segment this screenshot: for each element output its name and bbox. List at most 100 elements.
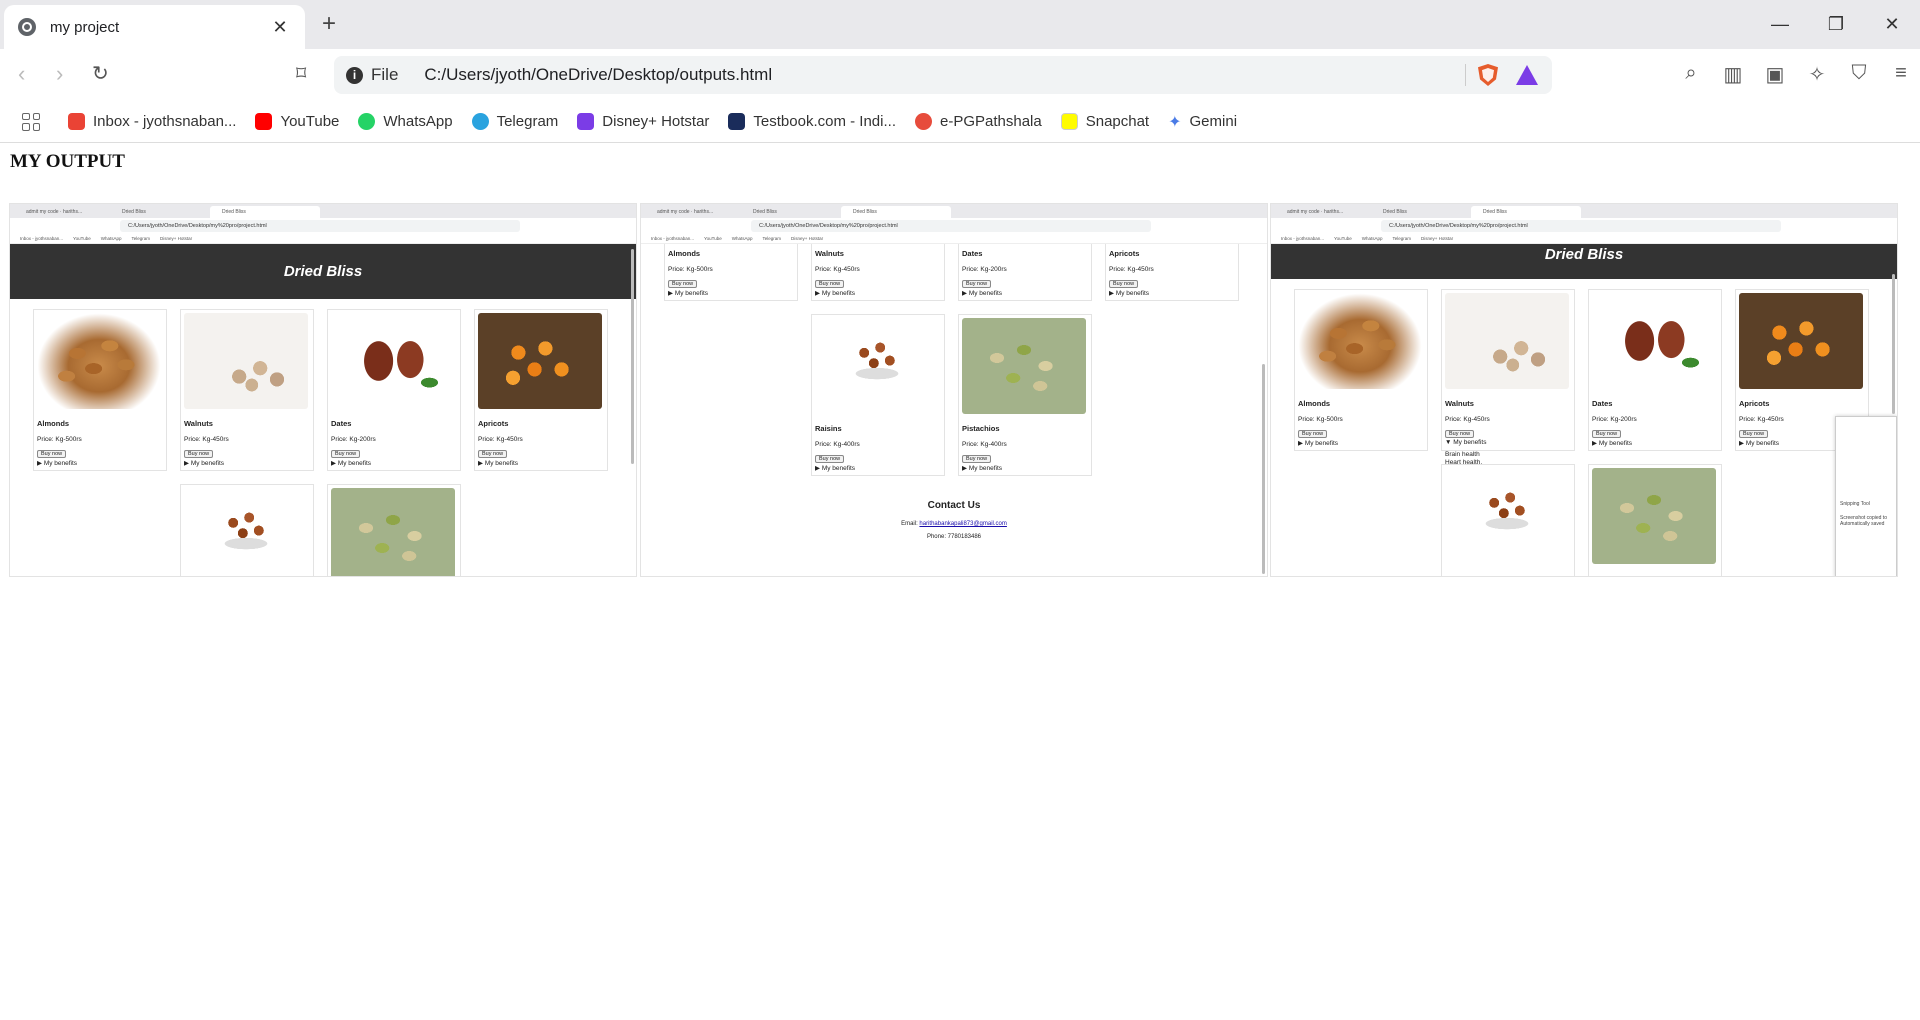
product-card bbox=[327, 484, 461, 576]
snipping-tool-toast[interactable]: Snipping Tool Screenshot copied to Autom… bbox=[1835, 416, 1897, 576]
scrollbar[interactable] bbox=[1892, 274, 1895, 414]
active-tab[interactable]: my project ✕ bbox=[4, 5, 305, 49]
product-card: Almonds Price: Kg-500rs Buy now ▶ My ben… bbox=[33, 309, 167, 471]
site-header: Dried Bliss bbox=[10, 244, 636, 299]
mini-tab: admit my code · hariths... bbox=[1287, 209, 1344, 215]
hotstar-icon bbox=[577, 113, 595, 130]
buy-now-button[interactable]: Buy now bbox=[962, 455, 992, 463]
bookmarks-bar: Inbox - jyothsnaban... YouTube WhatsApp … bbox=[0, 101, 1920, 143]
benefits-toggle[interactable]: ▶ My benefits bbox=[962, 464, 1088, 472]
raisins-image bbox=[815, 318, 939, 414]
mini-tab: Dried Bliss bbox=[1383, 209, 1407, 215]
bookmark-item[interactable]: Testbook.com - Indi... bbox=[728, 113, 896, 130]
apricots-image bbox=[478, 313, 602, 409]
address-bar[interactable]: i File C:/Users/jyoth/OneDrive/Desktop/o… bbox=[334, 56, 1552, 94]
close-tab-icon[interactable]: ✕ bbox=[269, 17, 291, 38]
buy-now-button[interactable]: Buy now bbox=[815, 280, 845, 288]
mini-toolbar: C:/Users/jyoth/OneDrive/Desktop/my%20pro… bbox=[641, 218, 1267, 234]
url-text[interactable]: C:/Users/jyoth/OneDrive/Desktop/outputs.… bbox=[424, 65, 1465, 85]
product-price: Price: Kg-500rs bbox=[37, 436, 82, 443]
benefits-toggle[interactable]: ▶ My benefits bbox=[331, 459, 457, 467]
menu-icon[interactable]: ≡ bbox=[1890, 62, 1912, 87]
reload-icon[interactable]: ↻ bbox=[92, 61, 109, 86]
site-view: Dried Bliss Almonds Price: Kg-500rs Buy … bbox=[10, 244, 636, 576]
buy-now-button[interactable]: Buy now bbox=[668, 280, 698, 288]
product-name: Walnuts bbox=[184, 419, 213, 428]
wallet-icon[interactable]: ▣ bbox=[1764, 62, 1786, 87]
bookmark-item[interactable]: Disney+ Hotstar bbox=[577, 113, 709, 130]
close-window-icon[interactable]: ✕ bbox=[1864, 0, 1920, 49]
benefits-toggle[interactable]: ▶ My benefits bbox=[1592, 439, 1718, 447]
almonds-image bbox=[37, 313, 161, 409]
email-link[interactable]: harithabankapali873@gmail.com bbox=[919, 521, 1006, 527]
buy-now-button[interactable]: Buy now bbox=[962, 280, 992, 288]
buy-now-button[interactable]: Buy now bbox=[184, 450, 214, 458]
benefits-toggle[interactable]: ▶ My benefits bbox=[815, 289, 941, 297]
brave-rewards-icon[interactable] bbox=[1516, 65, 1538, 85]
mini-tab: Dried Bliss bbox=[1471, 206, 1581, 218]
benefits-toggle[interactable]: ▶ My benefits bbox=[1109, 289, 1235, 297]
scrollbar[interactable] bbox=[631, 249, 634, 464]
back-icon[interactable]: ‹ bbox=[18, 61, 25, 87]
new-tab-button[interactable]: + bbox=[322, 10, 336, 38]
leo-icon[interactable]: ✧ bbox=[1806, 62, 1828, 87]
buy-now-button[interactable]: Buy now bbox=[815, 455, 845, 463]
search-icon[interactable]: ⌕ bbox=[1680, 62, 1702, 87]
benefits-toggle[interactable]: ▶ My benefits bbox=[815, 464, 941, 472]
benefits-toggle[interactable]: ▶ My benefits bbox=[1298, 439, 1424, 447]
benefits-toggle[interactable]: ▶ My benefits bbox=[962, 289, 1088, 297]
product-name: Walnuts bbox=[1445, 399, 1474, 408]
url-scheme: File bbox=[371, 65, 399, 84]
bookmark-item[interactable]: Telegram bbox=[471, 113, 558, 130]
pistachios-image bbox=[962, 318, 1086, 414]
dates-image bbox=[1592, 293, 1716, 389]
bookmark-icon[interactable]: ⌑ bbox=[296, 61, 306, 86]
product-card: Pistachios Price: Kg-400rs Buy now ▶ My … bbox=[958, 314, 1092, 476]
mini-bookmarks: Inbox - jyothsnaban... YouTube WhatsApp … bbox=[10, 234, 636, 244]
bookmark-item[interactable]: YouTube bbox=[255, 113, 339, 130]
mini-tab-bar: admit my code · hariths... Dried Bliss D… bbox=[1271, 204, 1897, 218]
testbook-icon bbox=[728, 113, 746, 130]
product-card: Dates Price: Kg-200rs Buy now ▶ My benef… bbox=[958, 244, 1092, 301]
buy-now-button[interactable]: Buy now bbox=[1445, 430, 1475, 438]
product-price: Price: Kg-450rs bbox=[184, 436, 229, 443]
buy-now-button[interactable]: Buy now bbox=[1298, 430, 1328, 438]
buy-now-button[interactable]: Buy now bbox=[1109, 280, 1139, 288]
product-card: Almonds Price: Kg-500rs Buy now ▶ My ben… bbox=[664, 244, 798, 301]
minimize-icon[interactable]: — bbox=[1752, 0, 1808, 49]
bookmark-item[interactable]: Inbox - jyothsnaban... bbox=[68, 113, 236, 130]
site-view: Almonds Price: Kg-500rs Buy now ▶ My ben… bbox=[641, 244, 1267, 576]
page-content: MY OUTPUT admit my code · hariths... Dri… bbox=[0, 143, 1920, 1020]
scrollbar[interactable] bbox=[1262, 364, 1265, 574]
bookmark-item[interactable]: WhatsApp bbox=[358, 113, 453, 130]
dates-image bbox=[331, 313, 455, 409]
benefits-toggle-open[interactable]: ▼ My benefits bbox=[1445, 439, 1571, 446]
screenshot-3: admit my code · hariths... Dried Bliss D… bbox=[1270, 203, 1898, 577]
sidebar-icon[interactable]: ▥ bbox=[1722, 62, 1744, 87]
bookmark-item[interactable]: ✦ Gemini bbox=[1168, 112, 1237, 132]
youtube-icon bbox=[255, 113, 273, 130]
walnuts-image bbox=[184, 313, 308, 409]
benefits-toggle[interactable]: ▶ My benefits bbox=[37, 459, 163, 467]
buy-now-button[interactable]: Buy now bbox=[37, 450, 67, 458]
vpn-icon[interactable]: ⛉ bbox=[1848, 62, 1870, 87]
restore-icon[interactable]: ❐ bbox=[1808, 0, 1864, 49]
benefits-toggle[interactable]: ▶ My benefits bbox=[184, 459, 310, 467]
info-icon[interactable]: i bbox=[346, 66, 363, 84]
buy-now-button[interactable]: Buy now bbox=[1739, 430, 1769, 438]
buy-now-button[interactable]: Buy now bbox=[331, 450, 361, 458]
contact-phone: Phone: 7780183486 bbox=[926, 534, 982, 540]
browser-toolbar: ‹ › ↻ ⌑ i File C:/Users/jyoth/OneDrive/D… bbox=[0, 49, 1920, 101]
mini-tab: Dried Bliss bbox=[122, 209, 146, 215]
bookmark-item[interactable]: Snapchat bbox=[1060, 113, 1149, 130]
product-name: Apricots bbox=[1739, 399, 1770, 408]
benefits-toggle[interactable]: ▶ My benefits bbox=[478, 459, 604, 467]
buy-now-button[interactable]: Buy now bbox=[1592, 430, 1622, 438]
mini-toolbar: C:/Users/jyoth/OneDrive/Desktop/my%20pro… bbox=[10, 218, 636, 234]
forward-icon[interactable]: › bbox=[56, 61, 63, 87]
brave-shield-icon[interactable] bbox=[1478, 64, 1498, 86]
buy-now-button[interactable]: Buy now bbox=[478, 450, 508, 458]
apps-icon[interactable] bbox=[22, 112, 40, 131]
benefits-toggle[interactable]: ▶ My benefits bbox=[668, 289, 794, 297]
bookmark-item[interactable]: e-PGPathshala bbox=[914, 113, 1042, 130]
